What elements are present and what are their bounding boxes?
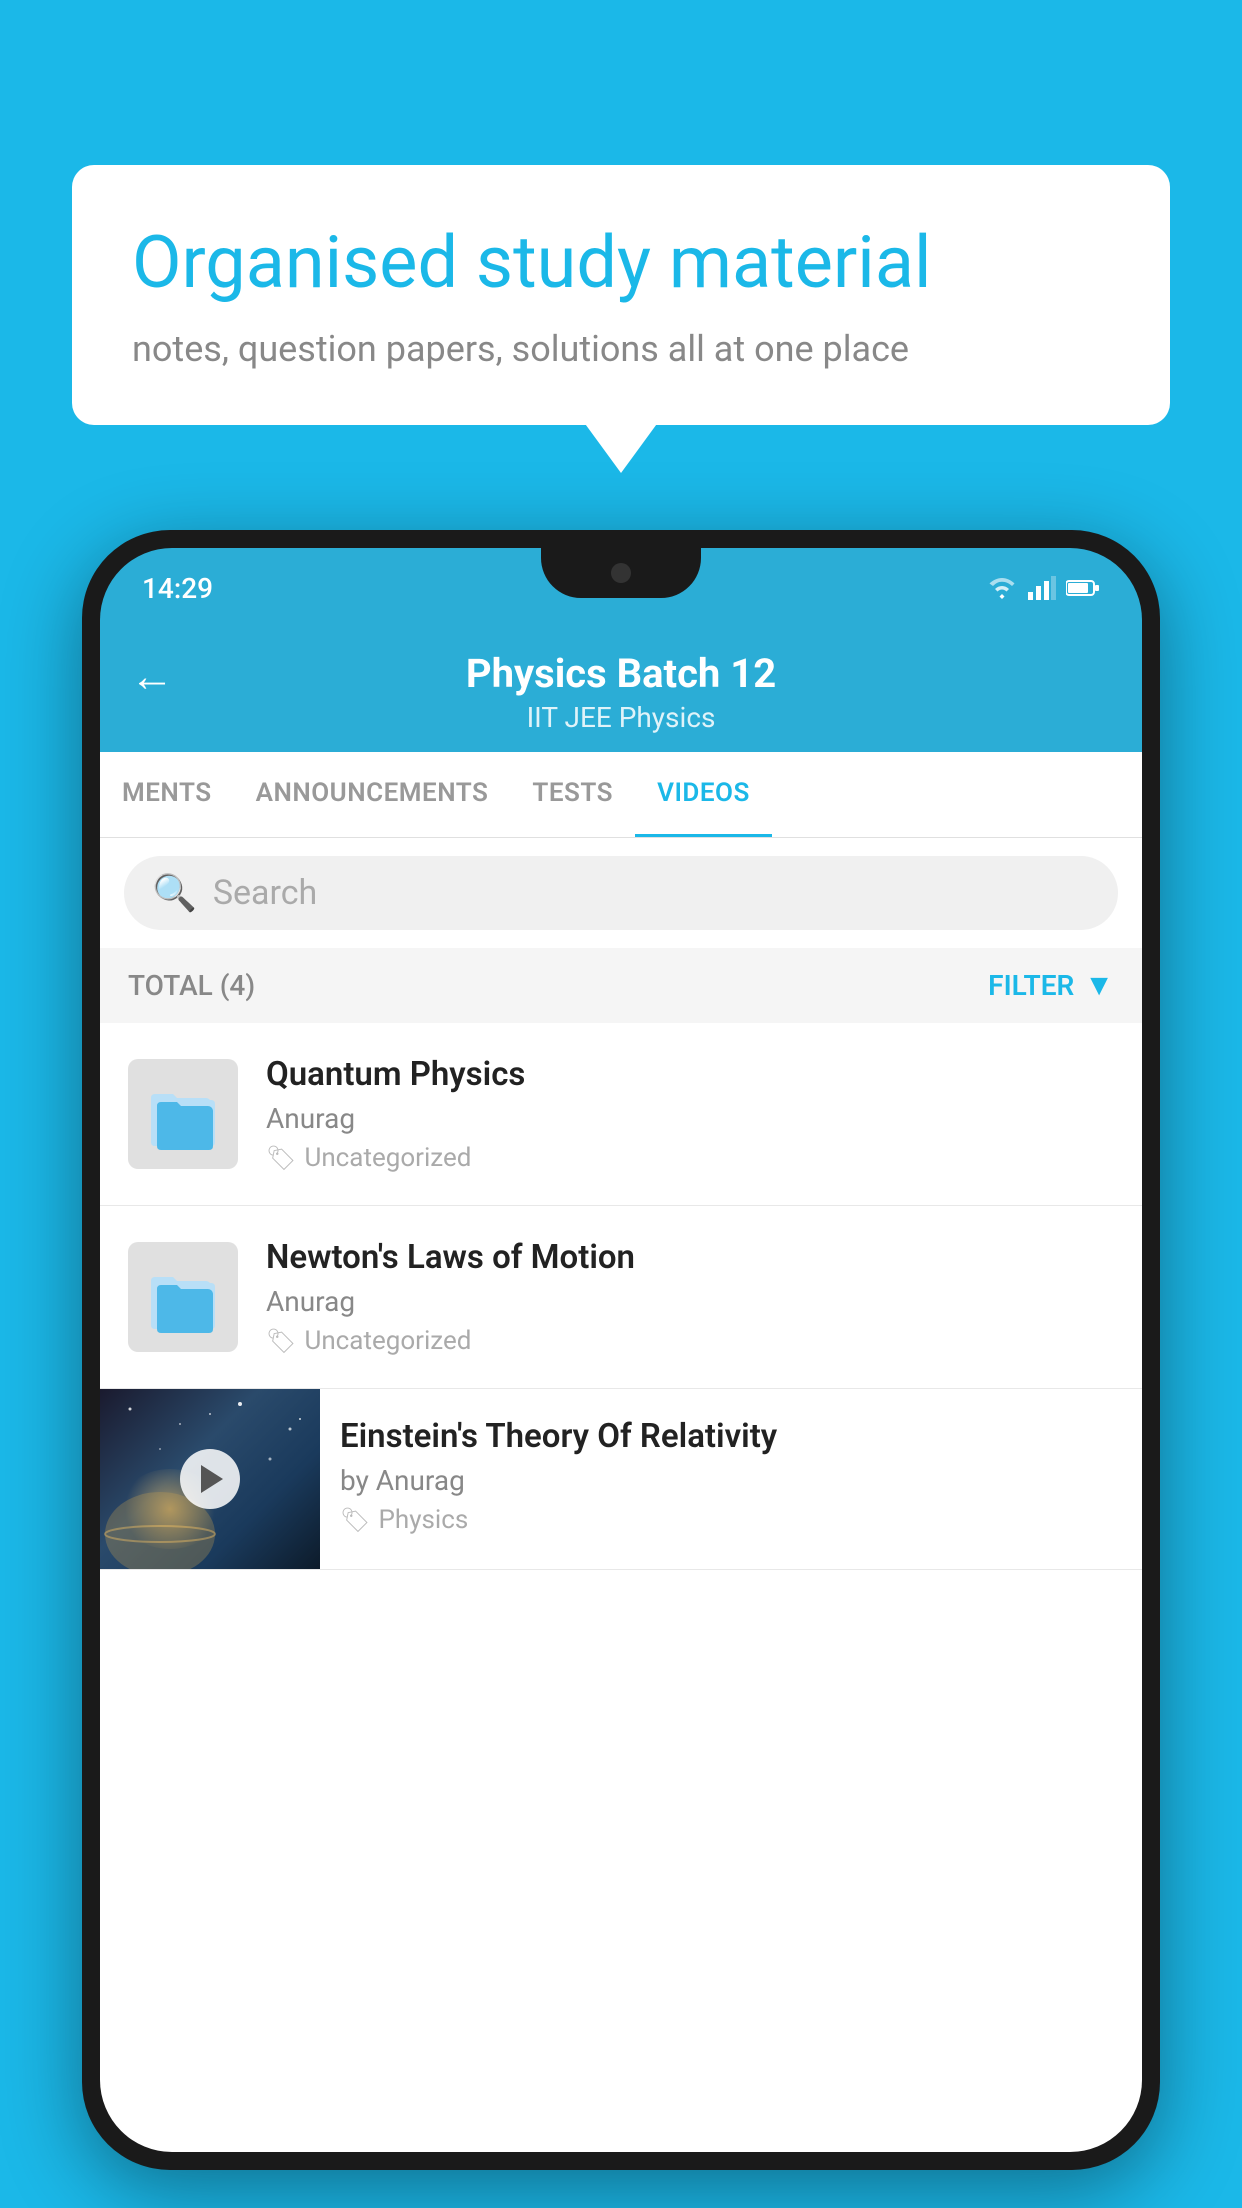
phone-outer: 14:29 <box>82 530 1160 2170</box>
phone-wrapper: 14:29 <box>82 530 1160 2208</box>
back-button[interactable]: ← <box>130 650 174 702</box>
camera-dot <box>611 563 631 583</box>
video-list: Quantum Physics Anurag 🏷 Uncategorized <box>100 1023 1142 1570</box>
video-tag: 🏷 Uncategorized <box>266 1143 1114 1173</box>
phone-screen: ← Physics Batch 12 IIT JEE Physics MENTS… <box>100 628 1142 2152</box>
tabs-bar: MENTS ANNOUNCEMENTS TESTS VIDEOS <box>100 752 1142 838</box>
filter-funnel-icon: ▼ <box>1084 968 1114 1003</box>
video-tag: 🏷 Uncategorized <box>266 1326 1114 1356</box>
folder-svg <box>143 1074 223 1154</box>
search-input-wrapper[interactable]: 🔍 Search <box>124 856 1118 930</box>
header-title: Physics Batch 12 <box>466 650 776 697</box>
app-header: ← Physics Batch 12 IIT JEE Physics <box>100 628 1142 752</box>
video-tag: 🏷 Physics <box>340 1505 1122 1535</box>
folder-icon <box>128 1059 238 1169</box>
tag-label: Uncategorized <box>304 1326 471 1356</box>
status-time: 14:29 <box>142 572 213 605</box>
tab-announcements[interactable]: ANNOUNCEMENTS <box>234 752 511 837</box>
search-placeholder: Search <box>213 873 317 913</box>
list-item[interactable]: Quantum Physics Anurag 🏷 Uncategorized <box>100 1023 1142 1206</box>
tag-icon: 🏷 <box>266 1327 296 1355</box>
header-subtitle: IIT JEE Physics <box>527 701 716 734</box>
filter-bar: TOTAL (4) FILTER ▼ <box>100 948 1142 1023</box>
folder-svg-2 <box>143 1257 223 1337</box>
speech-bubble: Organised study material notes, question… <box>72 165 1170 425</box>
notch <box>541 548 701 598</box>
battery-icon <box>1066 578 1100 598</box>
tab-tests[interactable]: TESTS <box>510 752 635 837</box>
hero-title: Organised study material <box>132 220 1110 306</box>
play-triangle-icon <box>201 1465 223 1493</box>
video-thumbnail <box>100 1389 320 1569</box>
tab-ments[interactable]: MENTS <box>100 752 234 837</box>
video-author: Anurag <box>266 1102 1114 1135</box>
hero-subtitle: notes, question papers, solutions all at… <box>132 328 1110 370</box>
play-button[interactable] <box>180 1449 240 1509</box>
status-bar: 14:29 <box>100 548 1142 628</box>
search-bar: 🔍 Search <box>100 838 1142 948</box>
search-icon: 🔍 <box>152 872 197 914</box>
video-title: Newton's Laws of Motion <box>266 1238 1114 1277</box>
tag-icon: 🏷 <box>266 1144 296 1172</box>
list-item[interactable]: Newton's Laws of Motion Anurag 🏷 Uncateg… <box>100 1206 1142 1389</box>
tag-label: Uncategorized <box>304 1143 471 1173</box>
thumb-info: Einstein's Theory Of Relativity by Anura… <box>320 1389 1142 1563</box>
video-info: Newton's Laws of Motion Anurag 🏷 Uncateg… <box>266 1238 1114 1356</box>
filter-button[interactable]: FILTER ▼ <box>988 968 1114 1003</box>
list-item[interactable]: Einstein's Theory Of Relativity by Anura… <box>100 1389 1142 1570</box>
total-label: TOTAL (4) <box>128 969 255 1002</box>
video-author: Anurag <box>266 1285 1114 1318</box>
tag-icon: 🏷 <box>340 1506 370 1534</box>
video-info: Quantum Physics Anurag 🏷 Uncategorized <box>266 1055 1114 1173</box>
video-title: Einstein's Theory Of Relativity <box>340 1417 1122 1456</box>
video-title: Quantum Physics <box>266 1055 1114 1094</box>
tab-videos[interactable]: VIDEOS <box>635 752 772 837</box>
tag-label: Physics <box>378 1505 468 1535</box>
status-icons <box>986 576 1100 600</box>
wifi-icon <box>986 576 1018 600</box>
folder-icon <box>128 1242 238 1352</box>
video-author: by Anurag <box>340 1464 1122 1497</box>
signal-icon <box>1028 576 1056 600</box>
